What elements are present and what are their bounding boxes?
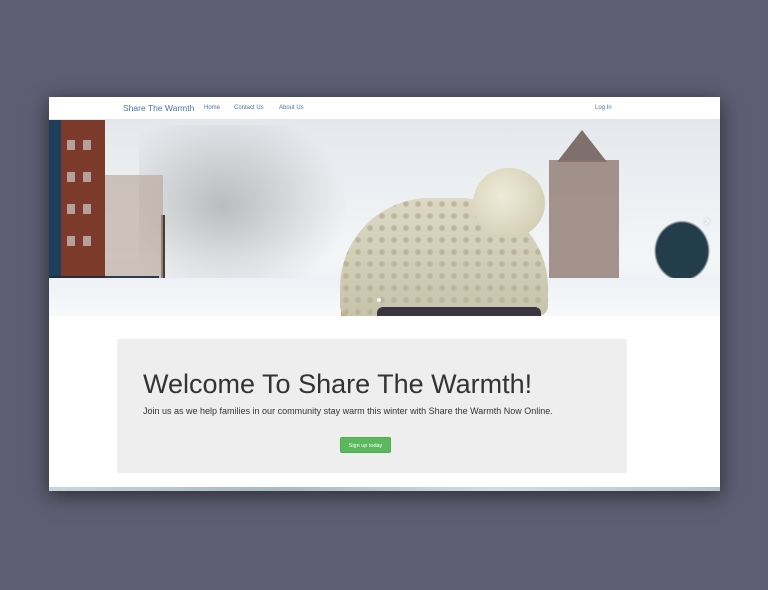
pompom-image xyxy=(473,168,545,238)
page-title: Welcome To Share The Warmth! xyxy=(143,369,533,399)
carousel-indicator-dot[interactable] xyxy=(377,298,381,302)
navbar: Share The Warmth Home Contact Us About U… xyxy=(49,97,720,120)
browser-page: Share The Warmth Home Contact Us About U… xyxy=(49,97,720,491)
nav-link-contact[interactable]: Contact Us xyxy=(234,105,264,111)
carousel-indicators[interactable] xyxy=(367,298,407,304)
hero-carousel: › xyxy=(49,120,720,316)
navbar-brand[interactable]: Share The Warmth xyxy=(123,103,194,113)
church-roof-image xyxy=(557,130,607,162)
nav-link-login[interactable]: Log In xyxy=(595,105,612,111)
sign-up-button[interactable]: Sign up today xyxy=(340,437,391,453)
nav-link-home[interactable]: Home xyxy=(204,105,220,111)
chevron-right-icon[interactable]: › xyxy=(700,212,714,228)
coat-collar-image xyxy=(377,307,541,316)
page-bottom-edge xyxy=(49,487,720,491)
welcome-jumbotron: Welcome To Share The Warmth! Join us as … xyxy=(117,339,627,473)
nav-link-about[interactable]: About Us xyxy=(279,105,304,111)
welcome-subtitle: Join us as we help families in our commu… xyxy=(143,406,553,416)
church-building-image xyxy=(549,160,619,280)
